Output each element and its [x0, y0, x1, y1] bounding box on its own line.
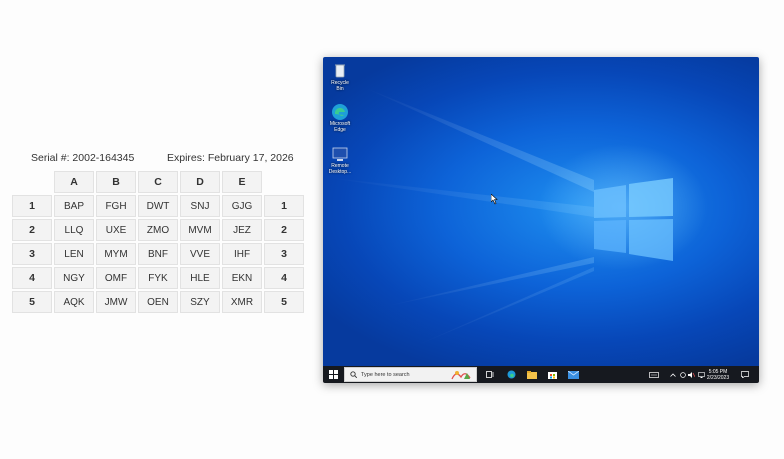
row-header: 5 — [264, 291, 304, 313]
grid-cell: FGH — [96, 195, 136, 217]
grid-cell: LEN — [54, 243, 94, 265]
update-icon[interactable] — [679, 366, 687, 383]
row-header: 3 — [12, 243, 52, 265]
grid-cell: NGY — [54, 267, 94, 289]
clock-date: 2/23/2023 — [706, 374, 730, 381]
chevron-up-icon[interactable] — [669, 366, 677, 383]
grid-cell: OMF — [96, 267, 136, 289]
grid-cell: JMW — [96, 291, 136, 313]
windows-start-icon — [328, 370, 338, 379]
grid-cell: SZY — [180, 291, 220, 313]
windows-logo-wallpaper — [323, 87, 673, 347]
serial-number: Serial #: 2002-164345 — [31, 152, 135, 164]
remote-desktop-icon[interactable]: Remote Desktop... — [327, 145, 353, 175]
row-header: 2 — [264, 219, 304, 241]
row-header: 4 — [12, 267, 52, 289]
remote-desktop-view[interactable]: Recycle Bin Microsoft Edge Remote Deskto… — [323, 57, 759, 383]
row-header: 1 — [264, 195, 304, 217]
clock-time: 5:05 PM — [708, 368, 728, 375]
microsoft-edge-label: Microsoft Edge — [329, 121, 351, 133]
recycle-bin-icon[interactable]: Recycle Bin — [327, 62, 353, 92]
mail-icon[interactable] — [567, 366, 580, 383]
remote-desktop-label: Remote Desktop... — [328, 163, 352, 175]
row-header: 3 — [264, 243, 304, 265]
grid-cell: GJG — [222, 195, 262, 217]
grid-cell: UXE — [96, 219, 136, 241]
search-icon — [350, 371, 357, 378]
row-header: 4 — [264, 267, 304, 289]
column-header: D — [180, 171, 220, 193]
grid-cell: HLE — [180, 267, 220, 289]
volume-icon[interactable] — [687, 366, 696, 383]
grid-cell: ZMO — [138, 219, 178, 241]
grid-cell: DWT — [138, 195, 178, 217]
recycle-bin-label: Recycle Bin — [331, 80, 349, 92]
desktop-wallpaper — [323, 57, 759, 366]
grid-cell: BNF — [138, 243, 178, 265]
grid-cell: VVE — [180, 243, 220, 265]
grid-cell: OEN — [138, 291, 178, 313]
network-icon[interactable] — [697, 366, 706, 383]
grid-cell: LLQ — [54, 219, 94, 241]
row-header: 1 — [12, 195, 52, 217]
grid-cell: JEZ — [222, 219, 262, 241]
expiration-date: Expires: February 17, 2026 — [167, 152, 294, 164]
grid-cell: SNJ — [180, 195, 220, 217]
grid-cell: BAP — [54, 195, 94, 217]
system-clock[interactable]: 5:05 PM 2/23/2023 — [707, 366, 729, 383]
column-header: C — [138, 171, 178, 193]
grid-cell: XMR — [222, 291, 262, 313]
start-button[interactable] — [325, 366, 341, 383]
microsoft-edge-icon[interactable]: Microsoft Edge — [327, 103, 353, 133]
grid-cell: MVM — [180, 219, 220, 241]
task-view-icon[interactable] — [484, 366, 496, 383]
row-header: 2 — [12, 219, 52, 241]
notifications-icon[interactable] — [739, 366, 751, 383]
column-header: E — [222, 171, 262, 193]
column-header: B — [96, 171, 136, 193]
column-header: A — [54, 171, 94, 193]
row-header: 5 — [12, 291, 52, 313]
keyboard-icon[interactable] — [647, 366, 661, 383]
grid-cell: FYK — [138, 267, 178, 289]
edge-icon[interactable] — [505, 366, 517, 383]
mouse-cursor-icon — [491, 194, 498, 205]
grid-cell: EKN — [222, 267, 262, 289]
grid-cell: IHF — [222, 243, 262, 265]
search-highlight-icon — [451, 371, 471, 380]
taskbar: Type here to search 5:05 PM 2/23/2023 — [323, 366, 759, 383]
grid-cell: MYM — [96, 243, 136, 265]
file-explorer-icon[interactable] — [526, 366, 538, 383]
taskbar-search-box[interactable]: Type here to search — [344, 367, 477, 382]
search-placeholder: Type here to search — [361, 371, 410, 378]
store-icon[interactable] — [546, 366, 558, 383]
grid-cell: AQK — [54, 291, 94, 313]
